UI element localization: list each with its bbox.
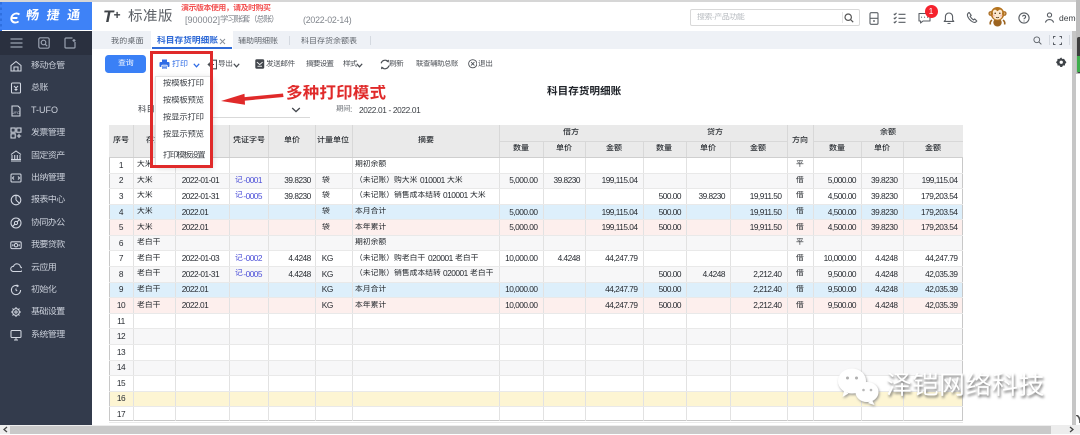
svg-text:UFO: UFO xyxy=(12,110,20,115)
